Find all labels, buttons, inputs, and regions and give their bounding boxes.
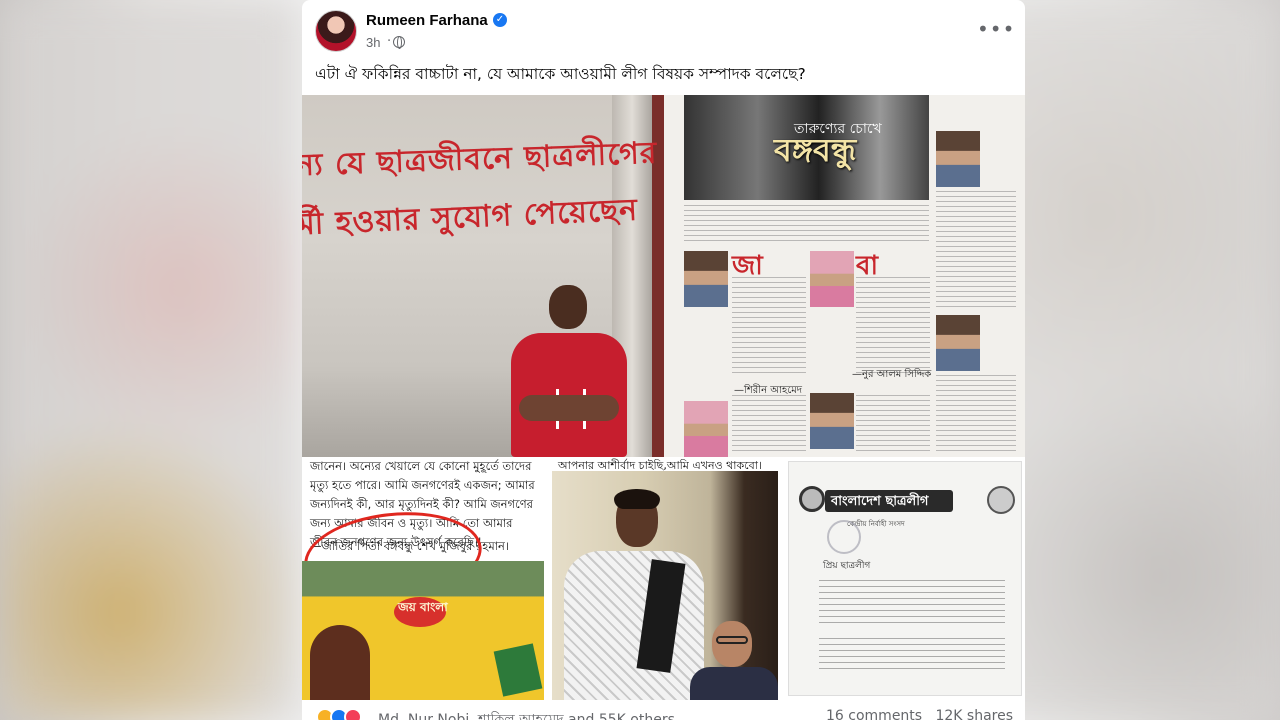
photo-newspaper-clipping[interactable]: তারুণ্যের চোখে বঙ্গবন্ধু জা বা —শিরীন আহ…: [664, 95, 1025, 457]
comments-count[interactable]: 16 comments: [826, 708, 922, 720]
person-red-shirt: [509, 285, 629, 457]
newspaper-portrait: [936, 131, 980, 187]
letter-body: [819, 580, 1005, 626]
newspaper-portrait: [684, 401, 728, 457]
portrait-background: [552, 471, 778, 700]
letter-header-text: বাংলাদেশ ছাত্রলীগ: [831, 494, 929, 509]
letter-seal-icon: [799, 486, 825, 512]
newspaper-byline: —নুর আলম সিদ্দিক: [852, 369, 932, 380]
engagement-counts: 16 comments 12K shares: [826, 708, 1013, 720]
wall-text-line-1: ন্য যে ছাত্রজীবনে ছাত্রলীগের: [302, 135, 658, 184]
newspaper-column: [856, 395, 930, 453]
letter-stamp: [827, 520, 861, 554]
poster-text: জয় বাংলা: [398, 600, 448, 614]
newspaper-column: [936, 375, 1016, 453]
newspaper-portrait: [684, 251, 728, 307]
globe-icon[interactable]: [393, 36, 405, 49]
newspaper-column: [936, 191, 1016, 311]
author-avatar[interactable]: [315, 10, 357, 52]
newspaper-column: [732, 277, 806, 377]
photo-quote-poster[interactable]: জানেন। অন্যের খেয়ালে যে কোনো মুহূর্তে ত…: [302, 457, 544, 700]
letter-portrait-emblem: [987, 486, 1015, 514]
poster-image: জয় বাংলা: [302, 561, 544, 700]
post-text: এটা ঐ ফকিন্নির বাচ্চাটা না, যে আমাকে আওয…: [315, 65, 806, 83]
newspaper-portrait: [810, 251, 854, 307]
reaction-icons[interactable]: [316, 708, 364, 720]
facebook-post: Rumeen Farhana ✓ 3h · ••• এটা ঐ ফকিন্নির…: [302, 0, 1025, 720]
letter-salutation: প্রিয় ছাত্রলীগ: [823, 561, 871, 571]
newspaper-title: বঙ্গবন্ধু: [774, 131, 857, 169]
newspaper-portrait: [936, 315, 980, 371]
newspaper-portrait: [810, 393, 854, 449]
author-name[interactable]: Rumeen Farhana: [366, 12, 488, 29]
newspaper-column: [732, 395, 806, 453]
letter-document: বাংলাদেশ ছাত্রলীগ কেন্দ্রীয় নির্বাহী সং…: [788, 461, 1022, 696]
angry-reaction-icon: [344, 708, 362, 720]
reactions-bar: Md. Nur Nobi, শাকিল আহমেদ and 55K others…: [302, 700, 1025, 720]
shares-count[interactable]: 12K shares: [935, 708, 1013, 720]
photo-portrait-two-men[interactable]: আপনার আশীর্বাদ চাইছি,আমি এখনও থাকবো।: [544, 457, 784, 700]
wall-text-line-2: র্মী হওয়ার সুযোগ পেয়েছেন: [302, 192, 639, 243]
blurred-backdrop-right: [980, 0, 1280, 720]
verified-badge-icon: ✓: [493, 13, 507, 27]
post-timestamp[interactable]: 3h: [366, 35, 380, 50]
image-collage[interactable]: ন্য যে ছাত্রজীবনে ছাত্রলীগের র্মী হওয়ার…: [302, 95, 1025, 700]
post-header: Rumeen Farhana ✓ 3h · •••: [302, 0, 1025, 60]
separator-dot: ·: [387, 34, 392, 49]
newspaper-column: [684, 205, 929, 241]
more-options-button[interactable]: •••: [977, 14, 1014, 50]
blurred-backdrop-left: [0, 0, 300, 720]
reactors-summary[interactable]: Md. Nur Nobi, শাকিল আহমেদ and 55K others: [378, 708, 675, 720]
newspaper-column: [856, 277, 930, 377]
letter-body: [819, 638, 1005, 674]
photo-wall-person[interactable]: ন্য যে ছাত্রজীবনে ছাত্রলীগের র্মী হওয়ার…: [302, 95, 664, 457]
photo-official-letter[interactable]: বাংলাদেশ ছাত্রলীগ কেন্দ্রীয় নির্বাহী সং…: [784, 457, 1025, 700]
